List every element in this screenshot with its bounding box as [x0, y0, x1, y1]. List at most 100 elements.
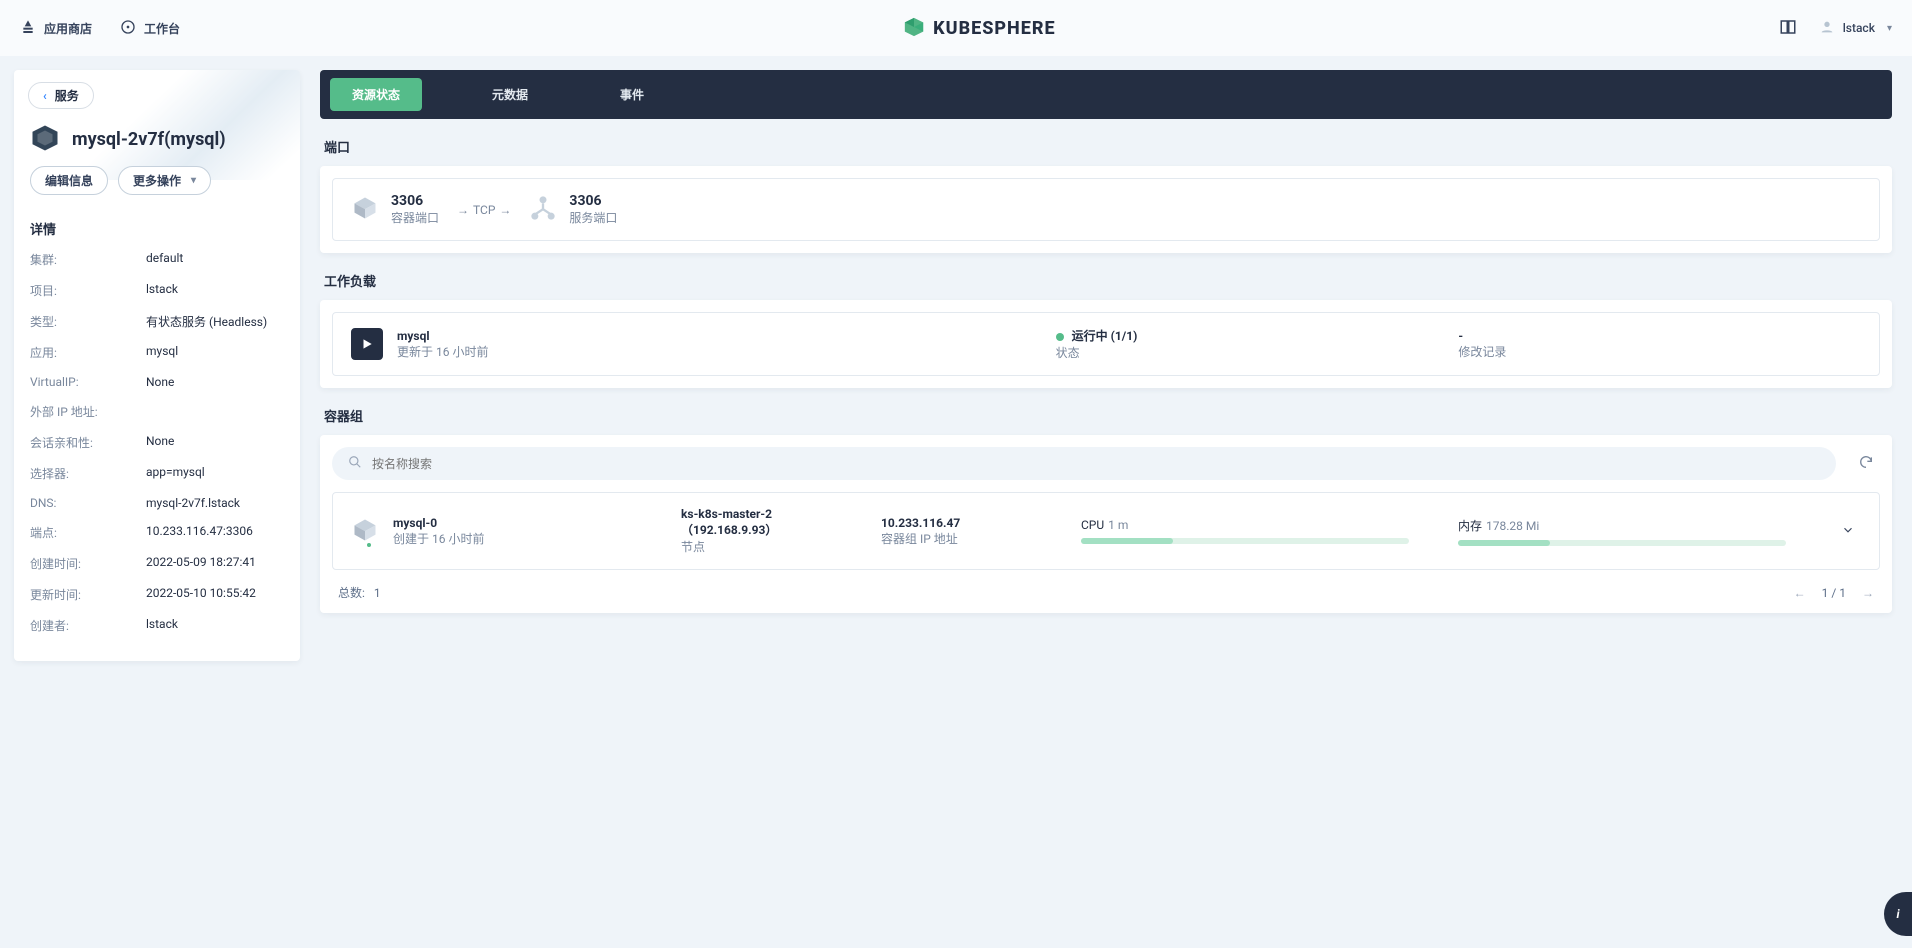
detail-key: DNS: — [30, 496, 146, 510]
workbench-icon — [120, 19, 136, 38]
detail-value: 有状态服务 (Headless) — [146, 313, 284, 330]
service-port: 3306 — [569, 193, 617, 209]
workload-name: mysql — [397, 329, 488, 343]
workload-status-label: 状态 — [1056, 344, 1459, 361]
edit-info-label: 编辑信息 — [45, 172, 93, 189]
detail-key: 选择器: — [30, 465, 146, 482]
topbar: 应用商店 工作台 KUBESPHERE lstack ▾ — [0, 0, 1912, 56]
detail-value — [146, 403, 284, 420]
edit-info-button[interactable]: 编辑信息 — [30, 166, 108, 195]
detail-row: 端点:10.233.116.47:3306 — [14, 517, 300, 548]
arrow-right-icon: → — [499, 203, 511, 217]
workload-status: 运行中 (1/1) — [1072, 329, 1138, 343]
mem-label: 内存 — [1458, 519, 1482, 533]
cpu-value: 1 m — [1108, 518, 1128, 532]
pod-created: 创建于 16 小时前 — [393, 530, 484, 547]
detail-row: 外部 IP 地址: — [14, 396, 300, 427]
pod-icon — [351, 516, 379, 547]
protocol: → TCP → — [457, 203, 511, 217]
detail-row: VirtualIP:None — [14, 368, 300, 396]
pods-panel: mysql-0 创建于 16 小时前 ks-k8s-master-2（192.1… — [320, 435, 1892, 613]
detail-key: 更新时间: — [30, 586, 146, 603]
detail-value: default — [146, 251, 284, 268]
tab-events[interactable]: 事件 — [598, 78, 666, 111]
back-button[interactable]: ‹ 服务 — [28, 82, 94, 109]
total-label: 总数: — [338, 586, 365, 600]
lb-icon — [529, 194, 557, 225]
more-actions-button[interactable]: 更多操作 ▾ — [118, 166, 211, 195]
container-port-label: 容器端口 — [391, 209, 439, 226]
pod-search-input[interactable] — [372, 457, 1820, 471]
detail-value: lstack — [146, 282, 284, 299]
user-menu[interactable]: lstack ▾ — [1819, 19, 1892, 38]
section-header-pods: 容器组 — [324, 406, 1888, 425]
caret-down-icon: ▾ — [191, 175, 196, 186]
detail-row: 选择器:app=mysql — [14, 458, 300, 489]
caret-down-icon: ▾ — [1887, 23, 1892, 34]
detail-value: app=mysql — [146, 465, 284, 482]
search-icon — [348, 455, 362, 472]
nav-appstore[interactable]: 应用商店 — [20, 19, 92, 38]
detail-row: 创建者:lstack — [14, 610, 300, 641]
main-column: 资源状态 元数据 事件 端口 3306 容器端口 — [320, 70, 1892, 613]
detail-key: 应用: — [30, 344, 146, 361]
docs-icon[interactable] — [1779, 18, 1797, 39]
detail-row: 集群:default — [14, 244, 300, 275]
pager: ← 1 / 1 → — [1794, 586, 1874, 600]
cube-icon — [351, 194, 379, 225]
status-dot-icon — [365, 541, 373, 549]
workload-row[interactable]: mysql 更新于 16 小时前 运行中 (1/1) 状态 - 修改记录 — [332, 312, 1880, 376]
nav-appstore-label: 应用商店 — [44, 20, 92, 37]
chevron-left-icon: ‹ — [43, 89, 47, 103]
user-avatar-icon — [1819, 19, 1835, 38]
detail-key: 创建者: — [30, 617, 146, 634]
detail-key: 创建时间: — [30, 555, 146, 572]
workload-icon — [351, 328, 383, 360]
section-header-ports: 端口 — [324, 137, 1888, 156]
service-icon — [30, 123, 60, 156]
pod-node: ks-k8s-master-2（192.168.9.93） — [681, 507, 861, 538]
detail-key: 类型: — [30, 313, 146, 330]
tabs: 资源状态 元数据 事件 — [320, 70, 1892, 119]
workload-revision: - — [1458, 329, 1861, 343]
detail-value: 2022-05-10 10:55:42 — [146, 586, 284, 603]
detail-key: 集群: — [30, 251, 146, 268]
brand: KUBESPHERE — [180, 16, 1779, 41]
detail-value: lstack — [146, 617, 284, 634]
tab-metadata[interactable]: 元数据 — [470, 78, 550, 111]
arrow-right-icon: → — [457, 203, 469, 217]
pod-node-label: 节点 — [681, 538, 861, 555]
refresh-button[interactable] — [1852, 448, 1880, 479]
detail-row: 应用:mysql — [14, 337, 300, 368]
detail-row: 会话亲和性:None — [14, 427, 300, 458]
container-port: 3306 — [391, 193, 439, 209]
details-header: 详情 — [14, 209, 300, 244]
detail-row: 类型:有状态服务 (Headless) — [14, 306, 300, 337]
help-fab[interactable]: i — [1884, 892, 1912, 936]
workloads-panel: mysql 更新于 16 小时前 运行中 (1/1) 状态 - 修改记录 — [320, 300, 1892, 388]
pod-ip: 10.233.116.47 — [881, 516, 1061, 530]
page-indicator: 1 / 1 — [1822, 586, 1846, 600]
status-dot-icon — [1056, 333, 1064, 341]
pod-row[interactable]: mysql-0 创建于 16 小时前 ks-k8s-master-2（192.1… — [332, 492, 1880, 570]
page-next-button[interactable]: → — [1862, 586, 1874, 600]
detail-row: 项目:lstack — [14, 275, 300, 306]
detail-row: 创建时间:2022-05-09 18:27:41 — [14, 548, 300, 579]
detail-key: 外部 IP 地址: — [30, 403, 146, 420]
total-count: 总数: 1 — [338, 584, 381, 601]
workload-updated: 更新于 16 小时前 — [397, 343, 488, 360]
detail-row: DNS:mysql-2v7f.lstack — [14, 489, 300, 517]
mem-value: 178.28 Mi — [1486, 519, 1539, 533]
detail-value: 2022-05-09 18:27:41 — [146, 555, 284, 572]
nav-workbench[interactable]: 工作台 — [120, 19, 180, 38]
more-actions-label: 更多操作 — [133, 172, 181, 189]
detail-value: 10.233.116.47:3306 — [146, 524, 284, 541]
detail-value: None — [146, 434, 284, 451]
back-label: 服务 — [55, 87, 79, 104]
expand-button[interactable] — [1835, 523, 1861, 540]
detail-sidebar: ‹ 服务 mysql-2v7f(mysql) 编辑信息 更多操作 ▾ 详情 集群… — [14, 70, 300, 661]
section-header-workloads: 工作负载 — [324, 271, 1888, 290]
page-prev-button[interactable]: ← — [1794, 586, 1806, 600]
pod-search[interactable] — [332, 447, 1836, 480]
tab-resource-status[interactable]: 资源状态 — [330, 78, 422, 111]
